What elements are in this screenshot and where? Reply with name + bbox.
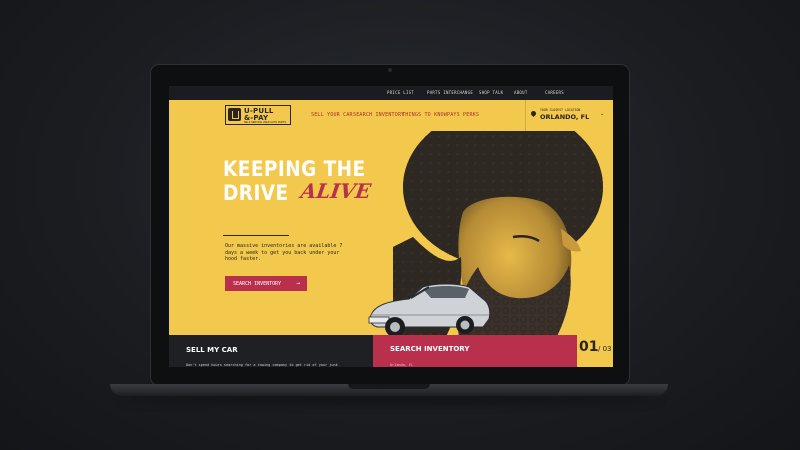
location-selector[interactable]: YOUR CLOSEST LOCATION ORLANDO, FL ⌄ xyxy=(525,100,613,131)
site-logo[interactable]: U-PULL &-PAY SELF-SERVICE USED AUTO PART… xyxy=(225,105,291,125)
hero-section: KEEPING THE DRIVE ALIVE Our massive inve… xyxy=(169,131,613,335)
laptop-notch xyxy=(348,384,430,389)
nav-things-to-know[interactable]: THINGS TO KNOW xyxy=(402,112,447,118)
util-link-shop-talk[interactable]: SHOP TALK xyxy=(479,90,503,95)
slide-counter: 01 / 03 xyxy=(577,332,613,367)
location-city: ORLANDO, FL xyxy=(540,113,590,121)
arrow-right-icon: → xyxy=(296,280,300,287)
search-inventory-location: Orlando, FL xyxy=(390,363,414,367)
utility-nav: PRICE LIST PARTS INTERCHANGE SHOP TALK A… xyxy=(169,86,613,100)
util-link-about[interactable]: ABOUT xyxy=(514,90,528,95)
search-inventory-title: SEARCH INVENTORY xyxy=(390,345,470,353)
site-header: U-PULL &-PAY SELF-SERVICE USED AUTO PART… xyxy=(169,100,613,131)
util-link-parts-interchange[interactable]: PARTS INTERCHANGE xyxy=(427,90,473,95)
hero-title-line1: KEEPING THE xyxy=(223,157,366,181)
sell-my-car-title[interactable]: SELL MY CAR xyxy=(186,346,238,354)
search-inventory-button[interactable]: SEARCH INVENTORY → xyxy=(225,276,307,291)
logo-tagline: SELF-SERVICE USED AUTO PARTS xyxy=(244,121,286,124)
hero-divider xyxy=(223,235,289,236)
bottom-panel: SELL MY CAR Don't spend hours searching … xyxy=(169,332,613,367)
slide-current: 01 xyxy=(579,339,599,355)
camera xyxy=(388,68,392,72)
map-pin-icon xyxy=(529,109,538,118)
hero-title-line2: DRIVE xyxy=(223,181,289,205)
logo-mark xyxy=(228,108,241,121)
nav-pays-perks[interactable]: PAYS PERKS xyxy=(447,112,479,118)
cta-label: SEARCH INVENTORY xyxy=(233,281,282,287)
location-label: YOUR CLOSEST LOCATION xyxy=(540,108,581,112)
util-link-price-list[interactable]: PRICE LIST xyxy=(387,90,414,95)
chevron-down-icon: ⌄ xyxy=(600,111,605,117)
nav-sell-your-car[interactable]: SELL YOUR CAR xyxy=(311,112,353,118)
laptop-shadow xyxy=(120,395,660,403)
laptop-frame: PRICE LIST PARTS INTERCHANGE SHOP TALK A… xyxy=(150,64,630,386)
nav-search-inventory[interactable]: SEARCH INVENTORY xyxy=(353,112,404,118)
laptop-base xyxy=(110,384,668,396)
sell-my-car-text: Don't spend hours searching for a towing… xyxy=(186,363,338,367)
search-inventory-panel[interactable]: SEARCH INVENTORY Orlando, FL xyxy=(373,335,577,367)
slide-total: / 03 xyxy=(598,345,612,353)
util-link-careers[interactable]: CAREERS xyxy=(545,90,564,95)
website-screen: PRICE LIST PARTS INTERCHANGE SHOP TALK A… xyxy=(169,86,613,367)
hero-title-accent: ALIVE xyxy=(299,179,373,203)
classic-car-image xyxy=(368,283,491,335)
hero-description: Our massive inventories are available 7 … xyxy=(225,243,343,262)
